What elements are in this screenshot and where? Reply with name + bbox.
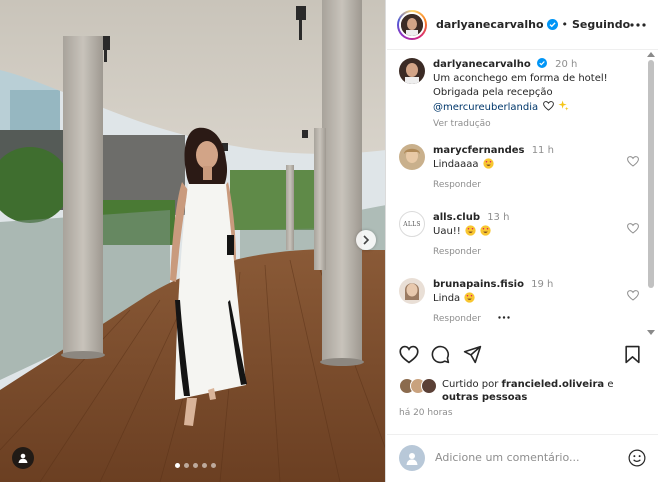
liker-avatars[interactable] bbox=[399, 378, 439, 396]
post-media[interactable] bbox=[0, 0, 386, 482]
comment-username[interactable]: alls.club bbox=[433, 212, 480, 223]
caption-username[interactable]: darlyanecarvalho bbox=[433, 59, 531, 70]
author-photo bbox=[401, 13, 423, 36]
author-avatar[interactable] bbox=[397, 9, 427, 40]
white-heart-emoji-icon bbox=[543, 101, 555, 111]
commenter-avatar[interactable] bbox=[399, 278, 425, 304]
tagged-users-button[interactable] bbox=[12, 447, 34, 469]
see-translation-link[interactable]: Ver tradução bbox=[433, 117, 623, 131]
post-sidebar: darlyanecarvalho • Seguindo darlyanecarv… bbox=[387, 0, 658, 482]
reply-row: Responder bbox=[433, 312, 623, 326]
heart-eyes-emoji-icon bbox=[464, 292, 475, 303]
reply-button[interactable]: Responder bbox=[433, 245, 623, 259]
carousel-dot bbox=[175, 463, 180, 468]
likes-text: Curtido por francieled.oliveira e outras… bbox=[442, 378, 646, 404]
liked-by-others-link[interactable]: outras pessoas bbox=[442, 392, 527, 403]
comment-item: ALLS alls.club 13 h Uau!! Responder bbox=[399, 211, 639, 259]
comment-time: 11 h bbox=[531, 145, 554, 156]
comment-time: 19 h bbox=[531, 279, 554, 290]
commenter-avatar[interactable]: ALLS bbox=[399, 211, 425, 237]
comment-options-icon[interactable] bbox=[498, 316, 510, 319]
comment-text: Linda bbox=[433, 293, 461, 304]
likes-summary: Curtido por francieled.oliveira e outras… bbox=[399, 378, 646, 404]
add-comment-bar bbox=[387, 434, 658, 480]
like-comment-heart-icon[interactable] bbox=[627, 156, 639, 167]
carousel-next-button[interactable] bbox=[356, 230, 376, 250]
post-actions bbox=[399, 345, 646, 371]
share-icon[interactable] bbox=[463, 345, 482, 364]
following-button[interactable]: Seguindo bbox=[572, 18, 630, 31]
commenter-logo-text: ALLS bbox=[403, 220, 421, 228]
like-comment-heart-icon[interactable] bbox=[627, 290, 639, 301]
reply-button[interactable]: Responder bbox=[433, 314, 481, 324]
carousel-dot bbox=[193, 463, 198, 468]
post-photo bbox=[0, 0, 385, 482]
comments-list[interactable]: darlyanecarvalho 20 h Um aconchego em fo… bbox=[387, 50, 643, 337]
likes-prefix: Curtido por bbox=[442, 379, 499, 390]
liker-username[interactable]: francieled.oliveira bbox=[502, 379, 605, 390]
liker-avatar bbox=[421, 378, 437, 394]
verified-badge-icon bbox=[536, 58, 548, 69]
heart-eyes-emoji-icon bbox=[483, 158, 494, 169]
comment-input[interactable] bbox=[435, 451, 605, 464]
comment-item: brunapains.fisio 19 h Linda Responder bbox=[399, 278, 639, 326]
likes-connector: e bbox=[607, 379, 614, 390]
author-username[interactable]: darlyanecarvalho bbox=[436, 18, 544, 31]
current-user-avatar bbox=[399, 444, 425, 471]
commenter-avatar[interactable] bbox=[399, 144, 425, 170]
comment-username[interactable]: marycfernandes bbox=[433, 145, 525, 156]
carousel-dot bbox=[184, 463, 189, 468]
caption-text: Um aconchego em forma de hotel! Obrigada… bbox=[433, 73, 608, 98]
scroll-down-arrow-icon[interactable] bbox=[647, 330, 655, 335]
header-separator: • bbox=[561, 18, 569, 31]
heart-eyes-emoji-icon bbox=[480, 225, 491, 236]
author-avatar-small[interactable] bbox=[399, 58, 425, 84]
comment-icon[interactable] bbox=[431, 345, 450, 364]
post-timestamp[interactable]: há 20 horas bbox=[399, 408, 453, 418]
comment-item: marycfernandes 11 h Lindaaaa Responder bbox=[399, 144, 639, 192]
carousel-indicators bbox=[175, 463, 216, 468]
comment-text: Uau!! bbox=[433, 226, 461, 237]
more-options-icon[interactable] bbox=[630, 22, 646, 27]
post-header: darlyanecarvalho • Seguindo bbox=[387, 0, 658, 50]
sparkles-emoji-icon bbox=[557, 100, 569, 111]
bookmark-icon[interactable] bbox=[624, 345, 641, 364]
scroll-thumb[interactable] bbox=[648, 60, 654, 288]
comment-text: Lindaaaa bbox=[433, 159, 479, 170]
comments-scrollbar[interactable] bbox=[645, 50, 656, 337]
heart-eyes-emoji-icon bbox=[465, 225, 476, 236]
post-caption: darlyanecarvalho 20 h Um aconchego em fo… bbox=[399, 58, 639, 131]
comment-time: 13 h bbox=[487, 212, 510, 223]
comment-username[interactable]: brunapains.fisio bbox=[433, 279, 524, 290]
carousel-dot bbox=[211, 463, 216, 468]
reply-button[interactable]: Responder bbox=[433, 178, 623, 192]
verified-badge-icon bbox=[546, 19, 558, 30]
emoji-icon[interactable] bbox=[628, 449, 646, 467]
heart-icon[interactable] bbox=[399, 345, 419, 364]
next-arrow-icon bbox=[363, 235, 370, 245]
caption-time: 20 h bbox=[555, 59, 578, 70]
caption-mention[interactable]: @mercureuberlandia bbox=[433, 102, 538, 113]
carousel-dot bbox=[202, 463, 207, 468]
like-comment-heart-icon[interactable] bbox=[627, 223, 639, 234]
scroll-up-arrow-icon[interactable] bbox=[647, 52, 655, 57]
user-tag-icon bbox=[18, 453, 28, 463]
